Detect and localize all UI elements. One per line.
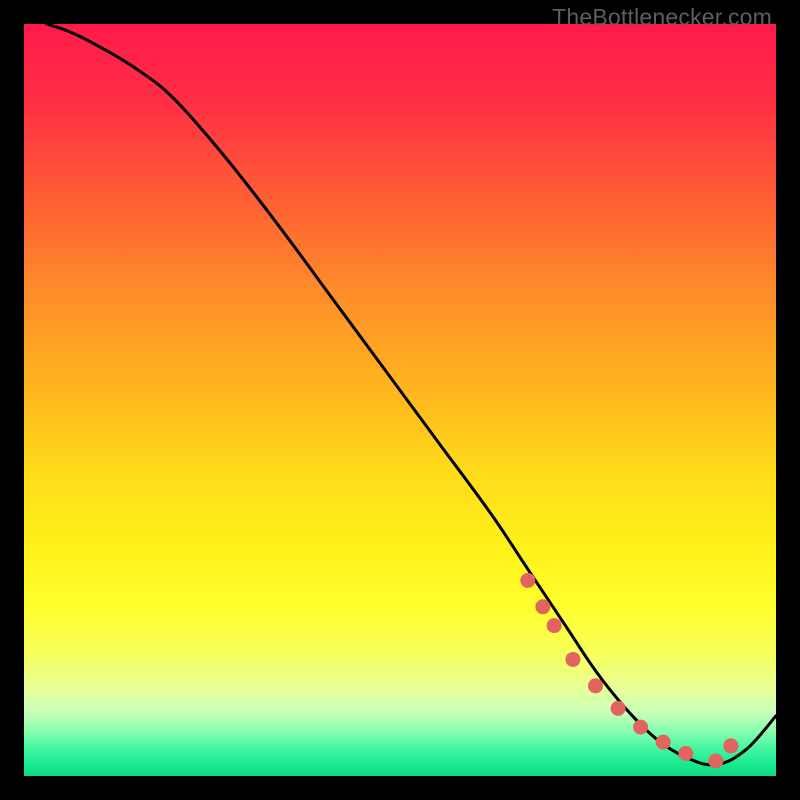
data-point <box>588 678 603 693</box>
data-point <box>520 573 535 588</box>
data-point <box>535 599 550 614</box>
data-point <box>547 618 562 633</box>
gradient-background <box>24 24 776 776</box>
data-point <box>723 738 738 753</box>
data-point <box>678 746 693 761</box>
chart-frame <box>24 24 776 776</box>
data-point <box>565 652 580 667</box>
watermark-text: TheBottlenecker.com <box>552 4 772 31</box>
data-point <box>633 720 648 735</box>
data-point <box>656 735 671 750</box>
bottleneck-chart <box>24 24 776 776</box>
data-point <box>708 753 723 768</box>
data-point <box>611 701 626 716</box>
